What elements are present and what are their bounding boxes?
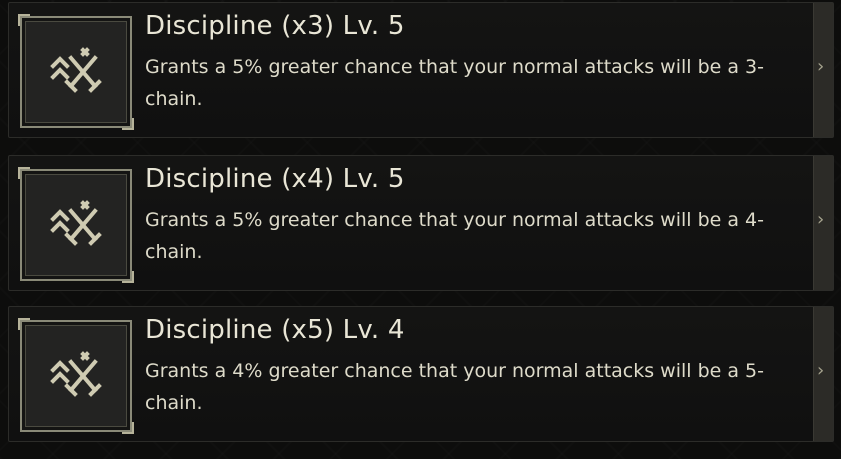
discipline-swords-icon xyxy=(50,47,102,93)
discipline-swords-icon xyxy=(50,351,102,397)
expand-tab[interactable]: › xyxy=(813,307,833,441)
expand-tab[interactable]: › xyxy=(813,3,833,137)
discipline-swords-icon xyxy=(50,200,102,246)
chevron-right-icon: › xyxy=(817,56,825,77)
skill-title: Discipline (x5) Lv. 4 xyxy=(145,315,405,345)
skill-card-discipline-x3[interactable]: Discipline (x3) Lv. 5 Grants a 5% greate… xyxy=(8,2,834,138)
skill-list: Discipline (x3) Lv. 5 Grants a 5% greate… xyxy=(0,0,841,459)
skill-description: Grants a 5% greater chance that your nor… xyxy=(145,209,765,263)
skill-description: Grants a 5% greater chance that your nor… xyxy=(145,56,765,110)
skill-card-discipline-x4[interactable]: Discipline (x4) Lv. 5 Grants a 5% greate… xyxy=(8,155,834,291)
skill-title: Discipline (x4) Lv. 5 xyxy=(145,164,405,194)
skill-description: Grants a 4% greater chance that your nor… xyxy=(145,360,765,414)
chevron-right-icon: › xyxy=(817,209,825,230)
skill-icon-frame xyxy=(18,167,134,283)
skill-icon-frame xyxy=(18,14,134,130)
skill-title: Discipline (x3) Lv. 5 xyxy=(145,11,405,41)
skill-card-discipline-x5[interactable]: Discipline (x5) Lv. 4 Grants a 4% greate… xyxy=(8,306,834,442)
skill-icon-frame xyxy=(18,318,134,434)
expand-tab[interactable]: › xyxy=(813,156,833,290)
chevron-right-icon: › xyxy=(817,360,825,381)
